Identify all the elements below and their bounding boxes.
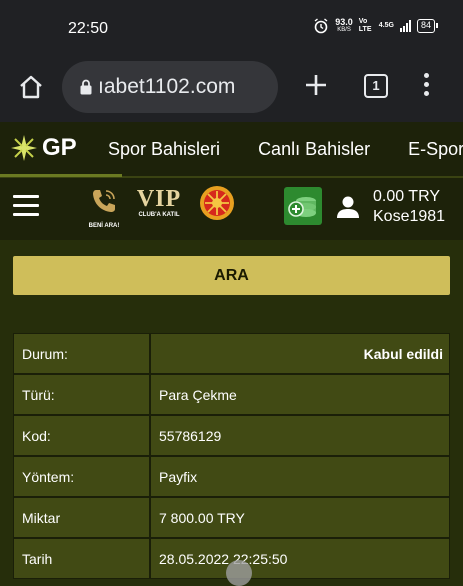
star-logo-icon	[11, 135, 37, 161]
net-speed: 93.0 KB/S	[335, 17, 353, 34]
url-text: ıabet1102.com	[98, 75, 236, 98]
table-row: Yöntem: Payfix	[13, 456, 450, 497]
new-tab-icon[interactable]	[303, 72, 329, 98]
username: Kose1981	[373, 208, 446, 225]
table-row: Kod: 55786129	[13, 415, 450, 456]
nav-canli-bahisler[interactable]: Canlı Bahisler	[258, 139, 370, 160]
browser-toolbar: ıabet1102.com 1	[0, 56, 463, 122]
tab-switcher-button[interactable]: 1	[364, 74, 388, 98]
row-label: Tarih	[13, 538, 150, 579]
medal-icon[interactable]	[198, 184, 236, 222]
volte-indicator: Vo LTE	[358, 18, 372, 33]
nav-spor-bahisleri[interactable]: Spor Bahisleri	[108, 139, 220, 160]
tab-count: 1	[372, 78, 380, 93]
row-label: Miktar	[13, 497, 150, 538]
row-label: Türü:	[13, 374, 150, 415]
touch-indicator	[226, 560, 252, 586]
row-label: Yöntem:	[13, 456, 150, 497]
user-icon[interactable]	[336, 195, 360, 219]
signal-icon	[399, 20, 411, 32]
status-icons: 93.0 KB/S Vo LTE 4.5G 84	[313, 17, 439, 34]
table-row: Miktar 7 800.00 TRY	[13, 497, 450, 538]
alarm-icon	[314, 18, 328, 34]
active-nav-underline	[0, 174, 122, 177]
row-label: Durum:	[13, 333, 150, 374]
amount-value: 7 800.00 TRY	[150, 497, 450, 538]
type-value: Para Çekme	[150, 374, 450, 415]
nav-e-spor[interactable]: E-Spor	[408, 139, 463, 160]
user-balance-block[interactable]: 0.00 TRY Kose1981	[373, 187, 445, 227]
balance-amount: 0.00 TRY	[373, 188, 441, 205]
site-nav: GP Spor Bahisleri Canlı Bahisler E-Spor	[0, 122, 463, 178]
network-type: 4.5G	[378, 22, 394, 29]
logo-text: GP	[42, 134, 77, 161]
method-value: Payfix	[150, 456, 450, 497]
hamburger-menu-icon[interactable]	[13, 195, 39, 217]
battery-icon: 84	[416, 19, 439, 33]
search-button[interactable]: ARA	[13, 256, 450, 295]
transaction-details: Durum: Kabul edildi Türü: Para Çekme Kod…	[13, 333, 450, 579]
date-value: 28.05.2022 22:25:50	[150, 538, 450, 579]
vip-logo-text: VIP	[136, 186, 182, 212]
user-header: BENİ ARA! VIP CLUB'A KATIL 0.00 TRY Kose…	[0, 178, 463, 240]
nav-links: Spor Bahisleri Canlı Bahisler E-Spor	[108, 139, 463, 160]
deposit-button[interactable]	[284, 187, 322, 225]
call-me-label: BENİ ARA!	[88, 223, 120, 229]
row-label: Kod:	[13, 415, 150, 456]
site-logo[interactable]: GP	[10, 134, 77, 162]
status-value: Kabul edildi	[150, 333, 450, 374]
lock-icon	[80, 79, 92, 95]
address-bar[interactable]: ıabet1102.com	[62, 61, 278, 113]
code-value: 55786129	[150, 415, 450, 456]
vip-club-button[interactable]: VIP CLUB'A KATIL	[133, 186, 185, 218]
home-icon[interactable]	[18, 74, 44, 100]
vip-club-label: CLUB'A KATIL	[138, 212, 180, 218]
table-row: Durum: Kabul edildi	[13, 333, 450, 374]
money-icon	[288, 197, 316, 217]
more-menu-icon[interactable]	[420, 73, 432, 99]
status-time: 22:50	[68, 20, 109, 37]
status-bar: 22:50 93.0 KB/S Vo LTE 4.5G 84	[0, 0, 463, 56]
phone-icon	[93, 190, 115, 212]
call-me-button[interactable]: BENİ ARA!	[84, 186, 124, 229]
table-row: Türü: Para Çekme	[13, 374, 450, 415]
